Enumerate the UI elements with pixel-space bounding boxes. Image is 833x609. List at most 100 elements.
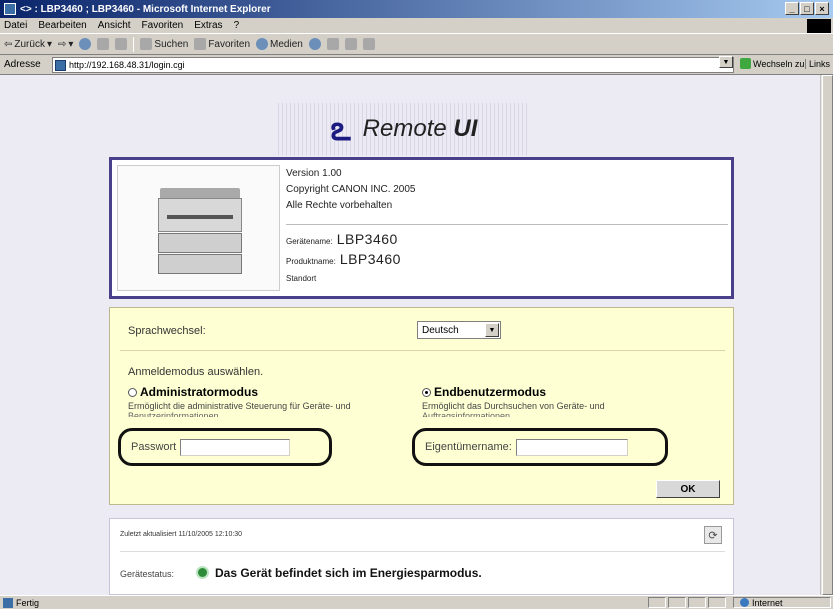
menu-item-tools[interactable]: Extras (194, 20, 222, 31)
rights-text: Alle Rechte vorbehalten (286, 200, 393, 211)
login-mode-title: Anmeldemodus auswählen. (128, 366, 264, 378)
back-button[interactable]: ⇦ Zurück ▾ (4, 39, 52, 50)
status-ready-text: Fertig (16, 597, 40, 608)
refresh-icon[interactable] (97, 38, 110, 50)
owner-name-label: Eigentümername: (425, 441, 512, 453)
menu-bar: Datei Bearbeiten Ansicht Favoriten Extra… (0, 18, 833, 34)
user-mode-option: Endbenutzermodus Ermöglicht das Durchsuc… (422, 385, 712, 417)
edit-icon[interactable] (362, 38, 375, 50)
go-label: Wechseln zu (753, 58, 805, 69)
address-url: http://192.168.48.31/login.cgi (69, 60, 185, 70)
admin-mode-label: Administratormodus (140, 385, 259, 399)
favorites-icon (194, 38, 207, 50)
chevron-down-icon: ▾ (46, 38, 52, 50)
address-label: Adresse (4, 59, 41, 70)
status-ok-icon (196, 566, 209, 579)
copyright-text: Copyright CANON INC. 2005 (286, 184, 416, 195)
password-input[interactable] (180, 438, 291, 456)
media-icon (256, 38, 269, 50)
location-label: Standort (286, 274, 317, 283)
login-panel: Sprachwechsel: Deutsch ▼ Anmeldemodus au… (109, 307, 734, 505)
maximize-button[interactable]: □ (800, 2, 814, 15)
canon-swirl-icon: ఽ (330, 110, 351, 148)
links-button[interactable]: Links (805, 59, 830, 69)
media-label: Medien (270, 38, 303, 50)
security-zone: Internet (733, 597, 831, 608)
vertical-scrollbar[interactable] (820, 75, 833, 595)
device-status-panel: Zuletzt aktualisiert 11/10/2005 12:10:30… (109, 518, 734, 595)
product-name-row: Produktname: LBP3460 (286, 251, 728, 271)
admin-mode-description: Ermöglicht die administrative Steuerung … (128, 401, 351, 411)
statusbar-pane (708, 597, 726, 608)
favorites-label: Favoriten (208, 38, 251, 50)
window-titlebar: <> : LBP3460 ; LBP3460 - Microsoft Inter… (0, 0, 833, 18)
meta-divider (286, 224, 728, 225)
home-icon[interactable] (115, 38, 128, 50)
menu-item-favorites[interactable]: Favoriten (142, 20, 184, 31)
remote-ui-logo: ఽ Remote UI (278, 103, 530, 155)
forward-arrow-icon: ⇨ (57, 38, 67, 50)
browser-statusbar: Fertig Internet (0, 595, 833, 609)
owner-name-input[interactable] (515, 438, 628, 456)
language-select[interactable]: Deutsch ▼ (417, 321, 501, 339)
password-field-highlight: Passwort (118, 428, 332, 466)
forward-button[interactable]: ⇨ ▾ (58, 39, 73, 50)
refresh-icon[interactable]: ⟳ (704, 526, 722, 544)
media-button[interactable]: Medien (256, 38, 303, 50)
stop-icon[interactable] (79, 38, 92, 50)
device-status-text: Das Gerät befindet sich im Energiesparmo… (215, 566, 482, 580)
chevron-down-icon: ▾ (68, 38, 74, 50)
device-name-label: Gerätename: (286, 237, 333, 246)
printer-photo (117, 165, 280, 291)
device-info-panel: Version 1.00 Copyright CANON INC. 2005 A… (109, 157, 734, 299)
device-name-value: LBP3460 (336, 231, 398, 247)
language-value: Deutsch (422, 324, 459, 336)
page-viewport: ఽ Remote UI Version 1.00 Copyright CANON… (0, 75, 820, 595)
print-icon[interactable] (344, 38, 357, 50)
statusbar-pane (688, 597, 706, 608)
back-arrow-icon: ⇦ (4, 38, 13, 50)
chevron-down-icon: ▼ (485, 323, 499, 337)
browser-toolbar: ⇦ Zurück ▾ ⇨ ▾ Suchen Favoriten Medien (0, 34, 833, 55)
status-ready: Fertig (0, 597, 40, 608)
close-button[interactable]: × (815, 2, 829, 15)
go-button[interactable]: Wechseln zu (740, 58, 804, 69)
status-divider (120, 551, 725, 552)
device-status-label: Gerätestatus: (120, 569, 175, 579)
logo-text-light: Remote (362, 115, 447, 142)
page-icon (55, 59, 66, 71)
admin-mode-radio-row[interactable]: Administratormodus (128, 385, 418, 399)
favorites-button[interactable]: Favoriten (194, 38, 250, 50)
owner-name-field-highlight: Eigentümername: (412, 428, 668, 466)
admin-mode-radio[interactable] (128, 387, 137, 397)
scrollbar-thumb[interactable] (822, 75, 833, 595)
windows-logo (807, 19, 831, 33)
menu-item-view[interactable]: Ansicht (98, 20, 131, 31)
address-bar: Adresse http://192.168.48.31/login.cgi ▼… (0, 55, 833, 75)
history-icon[interactable] (308, 38, 321, 50)
product-name-value: LBP3460 (339, 251, 401, 267)
user-mode-radio[interactable] (422, 387, 431, 397)
address-dropdown-button[interactable]: ▼ (719, 56, 733, 68)
address-input[interactable]: http://192.168.48.31/login.cgi (52, 57, 734, 73)
version-text: Version 1.00 (286, 168, 342, 179)
mail-icon[interactable] (326, 38, 339, 50)
go-arrow-icon (740, 58, 751, 69)
admin-mode-description-cut: Benutzerinformationen. (128, 412, 222, 417)
minimize-button[interactable]: _ (785, 2, 799, 15)
search-icon (140, 38, 153, 50)
user-mode-radio-row[interactable]: Endbenutzermodus (422, 385, 712, 399)
ie-icon (4, 3, 16, 15)
page-done-icon (3, 597, 13, 608)
device-name-row: Gerätename: LBP3460 (286, 231, 728, 251)
printer-icon (158, 188, 242, 276)
menu-item-file[interactable]: Datei (4, 20, 27, 31)
toolbar-separator (133, 36, 135, 52)
location-row: Standort (286, 271, 728, 291)
ok-button[interactable]: OK (656, 480, 720, 498)
search-button[interactable]: Suchen (140, 38, 188, 50)
search-label: Suchen (154, 38, 189, 50)
menu-item-help[interactable]: ? (234, 20, 240, 31)
product-name-label: Produktname: (286, 257, 336, 266)
menu-item-edit[interactable]: Bearbeiten (38, 20, 86, 31)
